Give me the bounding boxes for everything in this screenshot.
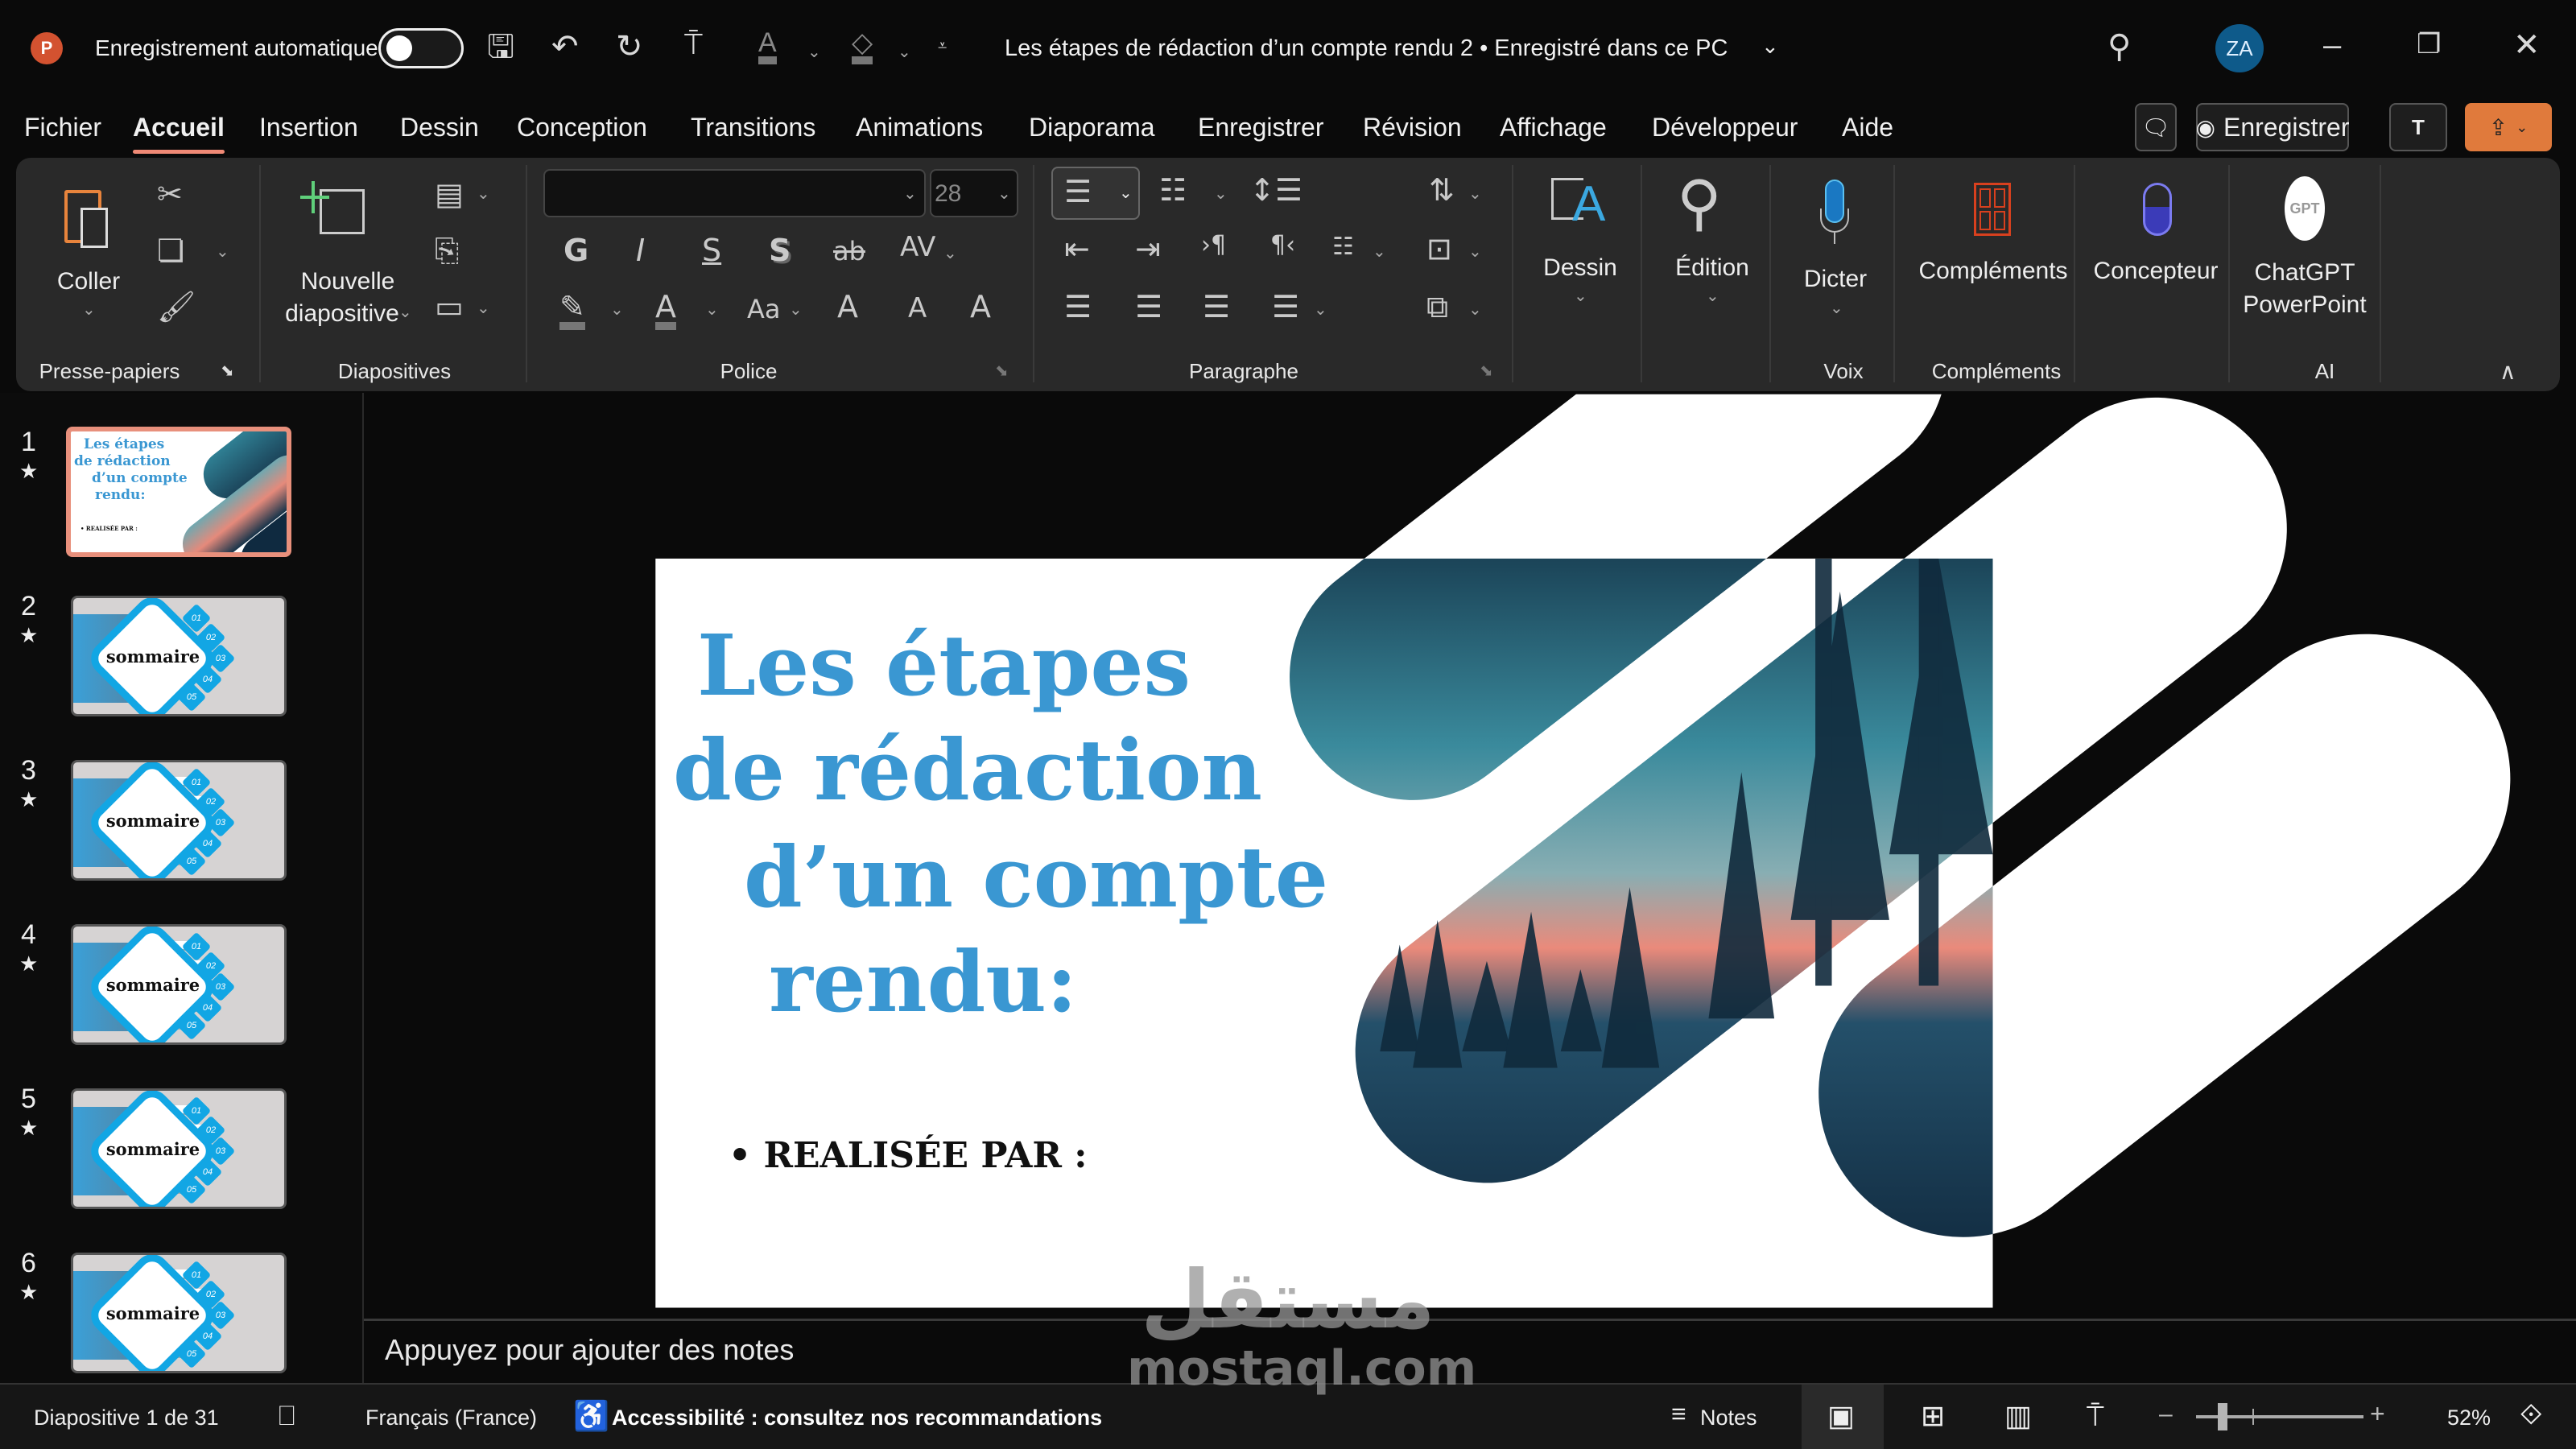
notes-icon[interactable]: ≡	[1671, 1399, 1686, 1429]
language-label[interactable]: Français (France)	[365, 1406, 537, 1430]
normal-view-icon: ▣	[1827, 1399, 1856, 1432]
slide-title-line-1[interactable]: Les étapes	[697, 624, 1191, 708]
notes-input[interactable]: Appuyez pour ajouter des notes	[385, 1333, 794, 1367]
slide-title-line-4[interactable]: rendu:	[769, 940, 1077, 1024]
accessibility-status[interactable]: Accessibilité : consultez nos recommanda…	[612, 1406, 1102, 1430]
normal-view-button[interactable]: ▣	[1802, 1385, 1884, 1449]
slideshow-icon[interactable]: ⍑	[2087, 1399, 2104, 1434]
reading-view-icon[interactable]: ▥	[2004, 1399, 2032, 1433]
slide-counter[interactable]: Diapositive 1 de 31	[34, 1406, 219, 1430]
notes-toggle[interactable]: Notes	[1700, 1406, 1757, 1430]
zoom-level[interactable]: 52%	[2447, 1406, 2491, 1430]
slide-sorter-icon[interactable]: ⊞	[1921, 1399, 1945, 1433]
slide-subtitle[interactable]: • REALISÉE PAR :	[729, 1135, 1088, 1176]
zoom-out-button[interactable]: –	[2159, 1401, 2173, 1428]
slide-canvas	[655, 394, 2511, 1308]
zoom-slider-thumb[interactable]	[2218, 1403, 2227, 1430]
zoom-in-button[interactable]: +	[2370, 1399, 2385, 1429]
slide-title-line-3[interactable]: d’un compte	[744, 836, 1328, 919]
decor-stripe	[1818, 634, 2511, 1237]
slide-title-line-2[interactable]: de rédaction	[673, 729, 1262, 812]
notes-divider[interactable]	[364, 1319, 2576, 1321]
spellcheck-icon[interactable]: ⎕	[279, 1401, 295, 1432]
accessibility-icon[interactable]: ♿	[573, 1399, 609, 1433]
fit-to-window-icon[interactable]: ⟐	[2520, 1397, 2542, 1432]
zoom-slider[interactable]	[2196, 1403, 2363, 1430]
watermark: مستقل mostaql.com	[1127, 1253, 1477, 1397]
